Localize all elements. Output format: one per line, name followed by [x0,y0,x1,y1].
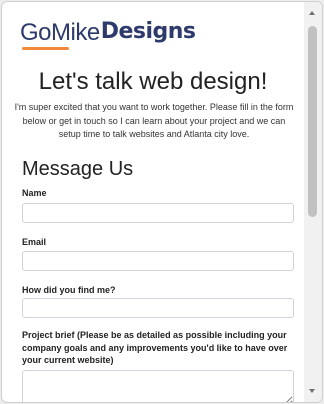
logo[interactable]: GoMikeDesigns [20,19,196,53]
source-input[interactable] [22,298,294,318]
triangle-down-icon[interactable] [309,389,315,393]
email-input[interactable] [22,251,294,271]
email-label: Email [22,237,47,247]
scrollbar-thumb[interactable] [308,26,317,217]
project-brief-textarea[interactable] [22,370,294,402]
name-label: Name [22,188,47,198]
page-content: GoMikeDesigns Let's talk web design! I'm… [2,2,304,402]
intro-text: I'm super excited that you want to work … [14,102,294,139]
triangle-up-icon[interactable] [309,11,315,15]
name-input[interactable] [22,203,294,223]
logo-text-designs: Designs [100,19,196,44]
browser-frame: GoMikeDesigns Let's talk web design! I'm… [1,1,323,403]
source-label: How did you find me? [22,285,116,295]
form-title: Message Us [22,158,134,180]
page-title: Let's talk web design! [38,68,268,95]
logo-text-gomike: GoMike [20,19,100,46]
project-brief-label: Project brief (Please be as detailed as … [22,330,288,365]
logo-underline-decoration [22,47,69,50]
vertical-scrollbar[interactable] [304,2,322,402]
